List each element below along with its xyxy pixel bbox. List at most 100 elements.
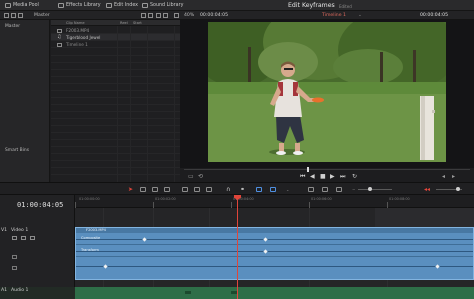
column-reel[interactable]: Reel	[120, 21, 128, 25]
row-divider	[51, 174, 180, 175]
keyframe-nav-icon[interactable]	[12, 255, 17, 259]
timeline-dropdown-icon[interactable]: ⌄	[358, 13, 362, 18]
zoom-full-icon[interactable]	[322, 187, 328, 192]
track-headers: 01:00:04:05 V1 Video 1 A1 Audio 1	[0, 195, 75, 299]
row-divider	[51, 104, 180, 105]
volume-slider-handle[interactable]	[456, 187, 460, 191]
reverse-play-icon[interactable]: ◀	[310, 173, 315, 180]
track-tag: V1	[1, 228, 8, 233]
timeline-ruler[interactable]: 01:00:00:00 01:00:02:00 01:00:04:00 01:0…	[75, 195, 474, 208]
row-divider	[51, 55, 180, 56]
clip-name: Tigerblood Jewel	[66, 35, 101, 41]
viewer-scrubber[interactable]	[184, 169, 470, 170]
column-clip-name[interactable]: Clip Name	[66, 21, 85, 25]
video-frame[interactable]	[208, 22, 446, 162]
selection-tool-icon[interactable]: ➤	[128, 186, 133, 193]
bins-panel: Master Smart Bins	[0, 20, 50, 182]
in-point-icon[interactable]: ◂	[442, 173, 445, 180]
edit-index-button[interactable]: Edit Index	[106, 2, 138, 9]
sort-icon[interactable]	[163, 13, 168, 18]
marker-icon[interactable]	[270, 187, 276, 192]
video-clip-icon	[57, 28, 62, 33]
current-bin-label: Master	[34, 12, 50, 18]
list-item[interactable]: Timeline 1	[51, 41, 180, 48]
smart-bins-label[interactable]: Smart Bins	[5, 148, 29, 153]
marker-dropdown-icon[interactable]: ⌄	[286, 187, 289, 192]
music-note-icon: ♫	[57, 34, 62, 40]
list-item[interactable]: F2003.MP4	[51, 27, 180, 34]
row-divider	[51, 139, 180, 140]
track-tag: A1	[1, 288, 8, 293]
column-start[interactable]: Start	[133, 21, 142, 25]
timeline-timecode[interactable]: 01:00:04:05	[17, 201, 63, 209]
row-divider	[51, 69, 180, 70]
lock-track-icon[interactable]	[12, 236, 17, 240]
zoom-level[interactable]: 40%	[184, 13, 194, 18]
timeline-tracks[interactable]: 01:00:00:00 01:00:02:00 01:00:04:00 01:0…	[75, 195, 474, 299]
keyframe-diamond[interactable]	[103, 263, 108, 269]
row-divider	[51, 62, 180, 63]
row-divider	[51, 167, 180, 168]
list-view-icon[interactable]	[141, 13, 146, 18]
zoom-slider-handle[interactable]	[368, 187, 372, 191]
list-item[interactable]: ♫ Tigerblood Jewel	[51, 34, 180, 41]
bin-list-toggle-icon[interactable]	[4, 13, 9, 18]
viewer-mode-icon[interactable]: ▭	[188, 173, 194, 180]
keyframe-nav-icon[interactable]	[12, 266, 17, 270]
playhead-line[interactable]	[237, 195, 238, 299]
auto-select-icon[interactable]	[21, 236, 26, 240]
audio-level-icon[interactable]: ◂◂	[424, 186, 430, 193]
sound-library-button[interactable]: Sound Library	[142, 2, 183, 9]
flag-icon[interactable]	[256, 187, 262, 192]
video-clip[interactable]: F2003.MP4 Composite Transform	[75, 227, 474, 280]
track-header-audio-1[interactable]: A1 Audio 1	[0, 287, 75, 299]
keyframe-track	[76, 251, 473, 252]
viewer-layout-icon[interactable]	[174, 13, 179, 18]
media-pool-label: Media Pool	[13, 3, 39, 8]
go-to-start-icon[interactable]: ⏮	[300, 173, 305, 181]
timeline-zoom-slider[interactable]	[358, 189, 392, 190]
loop-icon[interactable]: ⟲	[198, 173, 203, 180]
snapping-icon[interactable]: ∩	[226, 186, 230, 193]
replace-clip-icon[interactable]	[206, 187, 212, 192]
insert-clip-icon[interactable]	[182, 187, 188, 192]
track-visibility-icon[interactable]	[30, 236, 35, 240]
blade-tool-icon[interactable]	[164, 187, 170, 192]
search-icon[interactable]	[156, 13, 161, 18]
zoom-detail-icon[interactable]	[336, 187, 342, 192]
timeline-toolbar: ➤ ∩ ⚭ ⌄ − ◂◂	[0, 182, 474, 195]
timeline-selector[interactable]: Timeline 1	[322, 13, 346, 18]
clip-list-header: Clip Name Reel Start	[51, 20, 180, 26]
sound-library-icon	[142, 3, 148, 8]
dynamic-trim-icon[interactable]	[152, 187, 158, 192]
track-name: Video 1	[11, 228, 29, 233]
play-icon[interactable]: ▶	[330, 173, 335, 180]
thumbnail-view-icon[interactable]	[148, 13, 153, 18]
keyframe-diamond[interactable]	[435, 263, 440, 269]
timeline-view-icon[interactable]	[308, 187, 314, 192]
overwrite-clip-icon[interactable]	[194, 187, 200, 192]
audio-clip[interactable]	[75, 287, 474, 299]
trim-tool-icon[interactable]	[140, 187, 146, 192]
timeline-icon	[57, 42, 62, 47]
loop-playback-icon[interactable]: ↻	[352, 173, 357, 180]
master-bin[interactable]: Master	[5, 24, 20, 29]
go-to-end-icon[interactable]: ⏭	[340, 173, 345, 181]
timeline-viewer: ▭ ⟲ ⏮ ◀ ■ ▶ ⏭ ↻ ◂ ▸	[180, 20, 474, 182]
out-point-icon[interactable]: ▸	[452, 173, 455, 180]
ruler-label: 01:00:00:00	[79, 197, 100, 201]
effects-library-icon	[58, 3, 64, 8]
zoom-minus-icon[interactable]: −	[352, 187, 355, 192]
bin-view-icon[interactable]	[11, 13, 16, 18]
effects-library-button[interactable]: Effects Library	[58, 2, 101, 9]
stop-icon[interactable]: ■	[320, 173, 326, 180]
linked-selection-icon[interactable]: ⚭	[240, 186, 245, 193]
media-pool-button[interactable]: Media Pool	[5, 2, 39, 9]
back-icon[interactable]	[18, 13, 23, 18]
ruler-tick	[231, 202, 232, 208]
track-name: Audio 1	[11, 288, 29, 293]
edit-index-icon	[106, 3, 112, 8]
scrubber-handle[interactable]	[307, 167, 309, 172]
ruler-label: 01:00:08:00	[389, 197, 410, 201]
row-divider	[51, 97, 180, 98]
